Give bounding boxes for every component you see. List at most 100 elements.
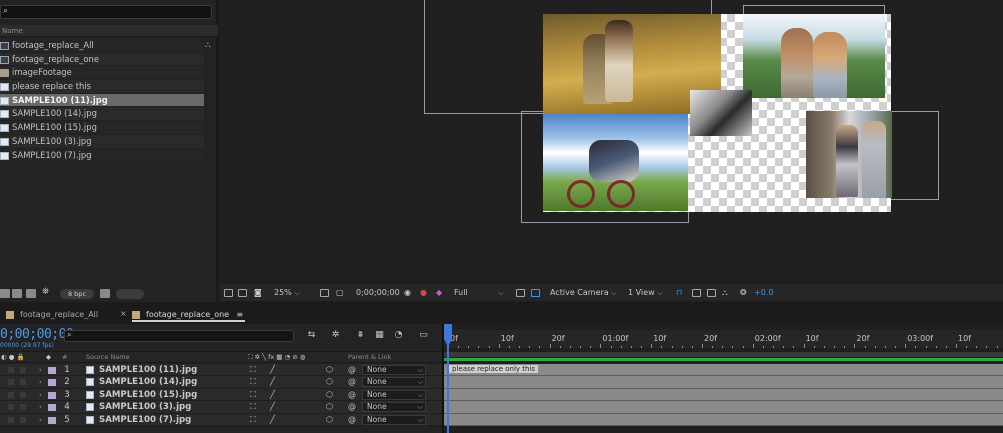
new-folder-icon[interactable] [12, 289, 22, 298]
video-switch[interactable] [8, 391, 14, 398]
layer-name[interactable]: SAMPLE100 (14).jpg [99, 376, 197, 388]
solo-switch[interactable] [20, 416, 26, 423]
quality-switch-icon[interactable]: ╱ [270, 414, 275, 426]
project-column-header-name[interactable]: Name [0, 25, 218, 37]
render-previews-icon[interactable] [692, 289, 701, 297]
layer-duration-bar[interactable] [444, 376, 1003, 389]
parent-dropdown[interactable]: None ⌵ [362, 389, 426, 400]
shy-layers-icon[interactable]: ⩩ [355, 330, 366, 340]
video-switch[interactable] [8, 416, 14, 423]
new-composition-icon[interactable] [26, 289, 36, 298]
close-icon[interactable]: × [120, 309, 127, 318]
timeline-search-input[interactable]: ⌕ [64, 330, 294, 342]
chevron-right-icon[interactable]: › [39, 376, 42, 388]
composition-mini-flowchart-icon[interactable]: ⇆ [306, 330, 317, 340]
solo-switch[interactable] [20, 404, 26, 411]
tab-footage-replace-all[interactable]: footage_replace_All [6, 308, 98, 322]
label-color-swatch[interactable] [48, 367, 56, 374]
camera-dropdown[interactable]: Active Camera ⌵ [550, 287, 617, 299]
composition-viewer[interactable] [220, 0, 1003, 283]
label-color-swatch[interactable] [48, 404, 56, 412]
show-snapshot-icon[interactable]: ● [420, 287, 427, 299]
channels-icon[interactable]: ◆ [436, 287, 442, 299]
graph-editor-icon[interactable]: ▭ [418, 330, 429, 340]
quality-switch-icon[interactable]: ╱ [270, 364, 275, 376]
layer-row[interactable]: › 3 SAMPLE100 (15).jpg ⛶ ╱ ⬡ @ None ⌵ [0, 388, 442, 402]
flowchart-icon[interactable]: ⛬ [205, 40, 211, 50]
snapshot-icon[interactable]: ◉ [404, 287, 411, 299]
3d-layer-icon[interactable]: ⬡ [326, 376, 333, 388]
shy-switch-icon[interactable]: ⛶ [250, 364, 256, 376]
layer-name[interactable]: SAMPLE100 (11).jpg [99, 364, 197, 376]
project-item[interactable]: SAMPLE100 (3).jpg [0, 134, 204, 149]
chevron-right-icon[interactable]: › [39, 389, 42, 401]
3d-layer-icon[interactable]: ⬡ [326, 389, 333, 401]
panel-menu-icon[interactable]: ≡ [236, 308, 243, 322]
resolution-dropdown[interactable]: Full ⌵ [454, 287, 504, 299]
grid-overlay-icon[interactable]: ▢ [336, 287, 344, 299]
solo-switch[interactable] [20, 391, 26, 398]
chevron-right-icon[interactable]: › [39, 364, 42, 376]
label-color-swatch[interactable] [48, 391, 56, 399]
time-ruler[interactable]: 0f 10f 20f 01:00f 10f 20f 02:00f 10f 20f 03:00f 10… [444, 330, 1003, 348]
trash-icon[interactable] [100, 289, 110, 298]
3d-layer-icon[interactable]: ⬡ [326, 401, 333, 413]
parent-dropdown[interactable]: None ⌵ [362, 414, 426, 425]
draft-3d-icon[interactable]: ✲ [330, 330, 341, 340]
label-color-swatch[interactable] [48, 379, 56, 387]
project-item-selected[interactable]: SAMPLE100 (11).jpg [0, 93, 204, 108]
quality-switch-icon[interactable]: ╱ [270, 401, 275, 413]
project-item[interactable]: please replace this [0, 80, 204, 94]
project-settings-icon[interactable]: ⛯ [42, 287, 49, 297]
project-item[interactable]: footage_replace_one [0, 52, 204, 67]
layer-duration-bar[interactable] [444, 401, 1003, 414]
thumbnail-size-slider[interactable] [116, 289, 144, 299]
column-num[interactable]: # [62, 352, 67, 363]
shy-switch-icon[interactable]: ⛶ [250, 414, 256, 426]
column-source-name[interactable]: Source Name [86, 352, 130, 363]
solo-switch[interactable] [20, 379, 26, 386]
pick-whip-icon[interactable]: @ [348, 364, 356, 376]
layer-marker-comment[interactable]: please replace only this [448, 364, 540, 374]
parent-dropdown[interactable]: None ⌵ [362, 402, 426, 413]
transparency-grid-icon[interactable] [531, 289, 540, 297]
column-parent-link[interactable]: Parent & Link [348, 352, 391, 363]
timeline-icon[interactable] [707, 289, 716, 297]
project-item[interactable]: SAMPLE100 (15).jpg [0, 121, 204, 135]
label-color-swatch[interactable] [48, 416, 56, 424]
timeline-graph-area[interactable]: 0f 10f 20f 01:00f 10f 20f 02:00f 10f 20f 03:00f 10… [442, 324, 1003, 433]
pick-whip-icon[interactable]: @ [348, 389, 356, 401]
chevron-right-icon[interactable]: › [39, 401, 42, 413]
parent-dropdown[interactable]: None ⌵ [362, 377, 426, 388]
project-item[interactable]: SAMPLE100 (14).jpg [0, 107, 204, 122]
motion-blur-icon[interactable]: ◔ [393, 330, 404, 340]
project-item[interactable]: footage_replace_All [0, 39, 204, 53]
frame-blending-icon[interactable]: ▦ [374, 330, 385, 340]
project-item[interactable]: SAMPLE100 (7).jpg [0, 148, 204, 163]
layer-name[interactable]: SAMPLE100 (15).jpg [99, 389, 197, 401]
project-item[interactable]: imageFootage [0, 66, 204, 81]
layer-duration-bar[interactable] [444, 413, 1003, 426]
flowchart-icon[interactable]: ⛬ [722, 287, 728, 299]
shy-switch-icon[interactable]: ⛶ [250, 376, 256, 388]
interpret-footage-icon[interactable] [0, 289, 10, 298]
pick-whip-icon[interactable]: @ [348, 401, 356, 413]
layer-row[interactable]: › 5 SAMPLE100 (7).jpg ⛶ ╱ ⬡ @ None ⌵ [0, 413, 442, 426]
toggle-pixel-aspect-icon[interactable]: ⊓ [676, 287, 682, 299]
zoom-dropdown[interactable]: 25% ⌵ [274, 287, 300, 299]
shy-switch-icon[interactable]: ⛶ [250, 401, 256, 413]
parent-dropdown[interactable]: None ⌵ [362, 365, 426, 375]
pick-whip-icon[interactable]: @ [348, 376, 356, 388]
viewer-timecode[interactable]: 0;00;00;00 [356, 287, 400, 299]
quality-switch-icon[interactable]: ╱ [270, 389, 275, 401]
exposure-value[interactable]: +0.0 [754, 287, 773, 299]
3d-layer-icon[interactable]: ⬡ [326, 414, 333, 426]
video-switch[interactable] [8, 404, 14, 411]
video-switch[interactable] [8, 379, 14, 386]
current-time-display[interactable]: 0;00;00;00 [0, 327, 74, 342]
layer-duration-bar[interactable] [444, 388, 1003, 402]
quality-switch-icon[interactable]: ╱ [270, 376, 275, 388]
layer-row[interactable]: › 4 SAMPLE100 (3).jpg ⛶ ╱ ⬡ @ None ⌵ [0, 401, 442, 414]
3d-layer-icon[interactable]: ⬡ [326, 364, 333, 376]
layer-row[interactable]: › 1 SAMPLE100 (11).jpg ⛶ ╱ ⬡ @ None ⌵ [0, 364, 442, 377]
